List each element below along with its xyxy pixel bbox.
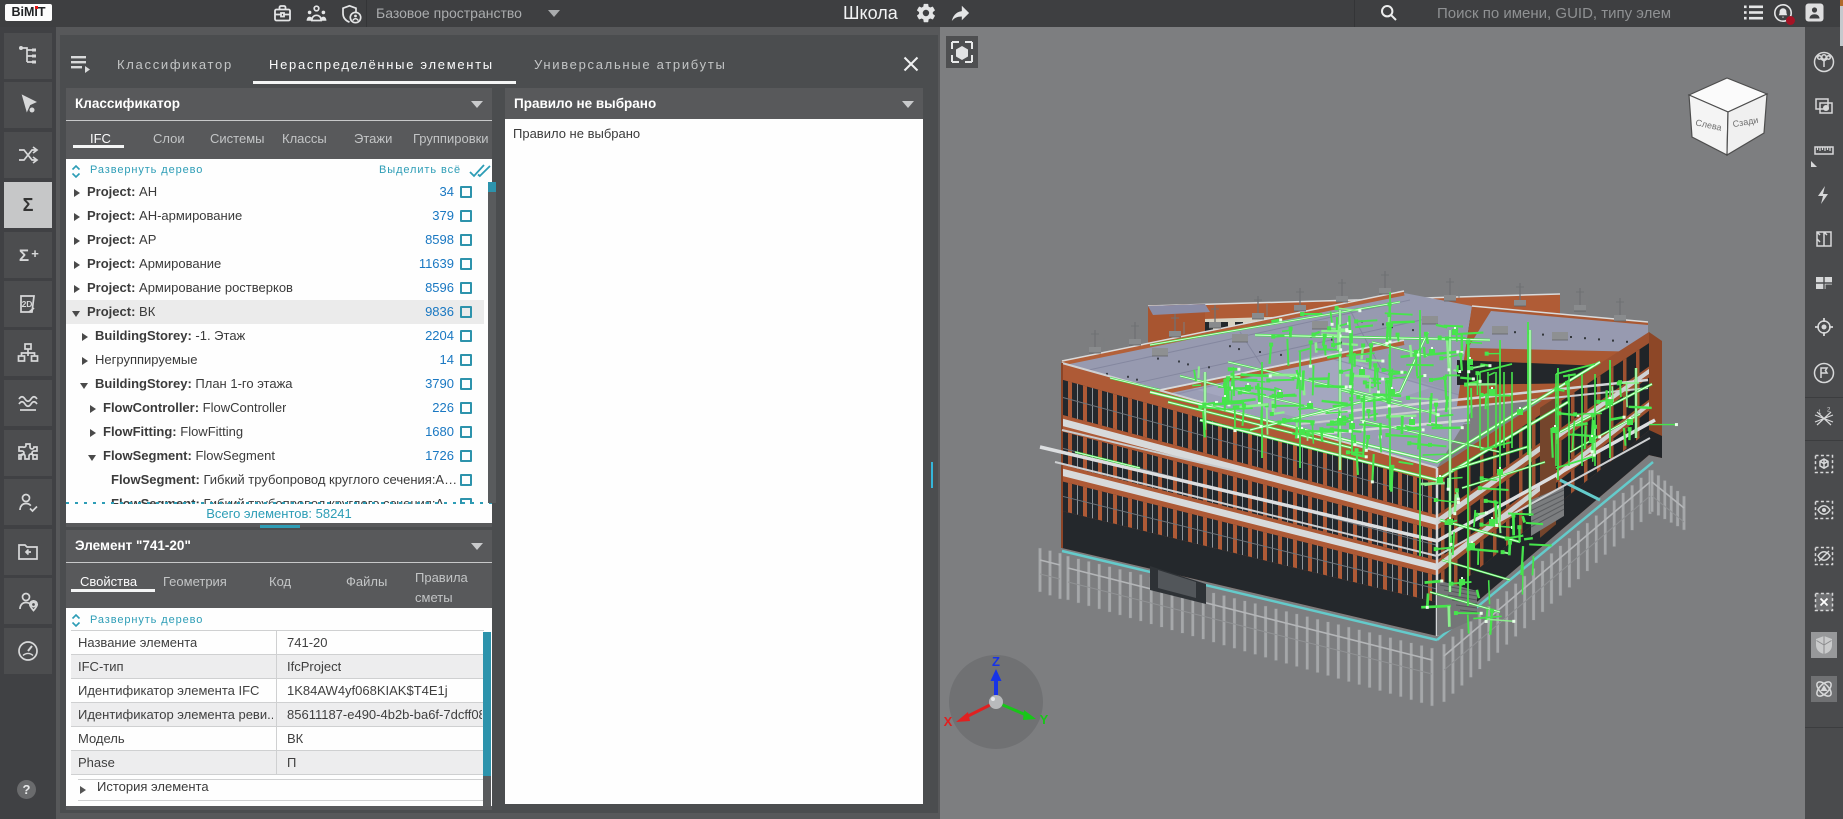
svg-text:Z: Z [992,654,1000,669]
svg-text:2D: 2D [22,299,33,309]
svg-text:X: X [944,714,953,729]
svg-text:Y: Y [1040,712,1049,727]
svg-text:1: 1 [1818,410,1822,416]
svg-text:Σ: Σ [23,195,34,215]
svg-text:+: + [31,246,39,261]
svg-text:Σ: Σ [19,246,29,265]
